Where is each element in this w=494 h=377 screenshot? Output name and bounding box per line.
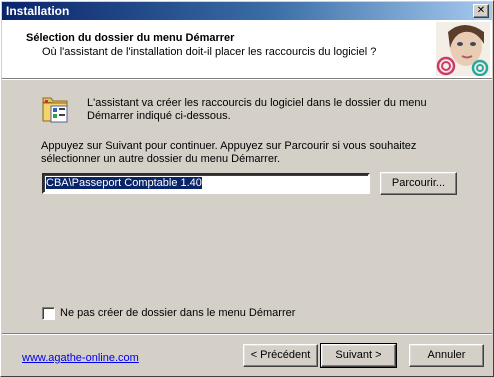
no-folder-checkbox[interactable] [42, 307, 55, 320]
woman-face-logo-icon [436, 22, 490, 76]
close-button[interactable]: ✕ [473, 4, 489, 18]
page-subtitle: Où l'assistant de l'installation doit-il… [42, 46, 377, 58]
installer-window: Installation ✕ Sélection du dossier du m… [0, 0, 494, 377]
browse-button[interactable]: Parcourir... [380, 172, 457, 195]
page-title: Sélection du dossier du menu Démarrer [26, 32, 235, 44]
next-button[interactable]: Suivant > [320, 343, 397, 368]
description-text: L'assistant va créer les raccourcis du l… [87, 97, 427, 122]
cancel-button[interactable]: Annuler [409, 344, 484, 367]
header-divider-highlight [2, 79, 492, 80]
back-button[interactable]: < Précédent [243, 344, 318, 367]
wizard-header: Sélection du dossier du menu Démarrer Où… [2, 20, 492, 78]
start-menu-folder-icon [41, 94, 73, 126]
window-title: Installation [6, 4, 70, 18]
no-folder-label[interactable]: Ne pas créer de dossier dans le menu Dém… [60, 307, 295, 319]
folder-input-value: CBA\Passeport Comptable 1.40 [46, 177, 202, 189]
instruction-text: Appuyez sur Suivant pour continuer. Appu… [41, 140, 417, 165]
website-link[interactable]: www.agathe-online.com [22, 352, 139, 364]
close-icon: ✕ [476, 5, 486, 16]
title-bar[interactable]: Installation ✕ [2, 2, 492, 20]
start-menu-folder-input[interactable]: CBA\Passeport Comptable 1.40 [42, 173, 370, 194]
footer-divider-highlight [2, 334, 492, 335]
